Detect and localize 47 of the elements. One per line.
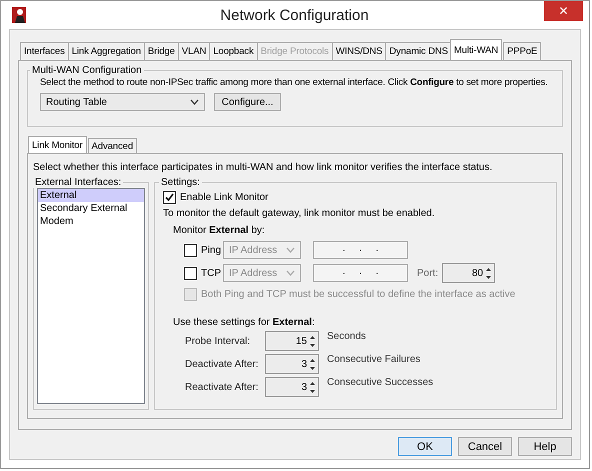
tab[interactable]: Interfaces: [20, 42, 69, 60]
field-label: Probe Interval:: [185, 336, 252, 346]
field-label: Reactivate After:: [185, 382, 260, 392]
tab[interactable]: PPPoE: [503, 42, 542, 60]
group-title: External Interfaces:: [34, 177, 122, 188]
chevron-down-icon: [190, 99, 199, 105]
checkbox-label: Both Ping and TCP must be successful to define the interface as active: [201, 289, 516, 300]
list-item[interactable]: Modem: [38, 215, 144, 228]
chevron-down-icon: [286, 247, 295, 253]
number-spinner[interactable]: 3: [265, 377, 319, 397]
checkbox[interactable]: [184, 266, 197, 280]
number-spinner[interactable]: 15: [265, 331, 319, 351]
section-label: Monitor External by:: [173, 225, 266, 236]
port-spinner[interactable]: 80: [442, 263, 496, 283]
dialog-button[interactable]: OK: [398, 437, 452, 456]
method-dropdown[interactable]: Routing Table: [40, 93, 205, 111]
unit-label: Consecutive Successes: [327, 377, 434, 388]
ip-address-field[interactable]: . . .: [313, 241, 408, 259]
unit-label: Seconds: [327, 331, 366, 342]
tab[interactable]: Multi-WAN: [450, 39, 502, 60]
description: Select whether this interface participates in multi-WAN and how link monitor verifies the interface status.: [33, 162, 494, 173]
checkbox-label: TCP: [201, 268, 222, 278]
checkbox[interactable]: [184, 244, 197, 256]
port-label: Port:: [417, 268, 438, 278]
chevron-down-icon: [286, 270, 295, 276]
list-item[interactable]: Secondary External: [38, 202, 144, 215]
unit-label: Consecutive Failures: [327, 354, 420, 365]
number-spinner[interactable]: 3: [265, 354, 319, 374]
section-label: Use these settings for External:: [173, 317, 316, 328]
tab[interactable]: Link Monitor: [28, 136, 87, 153]
window-title: Network Configuration: [219, 6, 370, 24]
list-item[interactable]: External: [38, 189, 144, 202]
app-icon: [12, 7, 26, 23]
checkbox-label: Ping: [201, 244, 222, 256]
description: Select the method to route non-IPSec traffic among more than one external interface. Click Configure to set more properties.: [40, 77, 549, 88]
close-button[interactable]: ✕: [544, 1, 583, 21]
ip-address-field[interactable]: . . .: [313, 264, 408, 282]
checkbox[interactable]: [163, 191, 176, 204]
checkbox-label: Enable Link Monitor: [180, 192, 268, 203]
configure-button[interactable]: Configure...: [214, 93, 281, 111]
note-text: To monitor the default gateway, link monitor must be enabled.: [163, 208, 436, 219]
group-title: Multi-WAN Configuration: [31, 65, 143, 76]
dialog-button[interactable]: Cancel: [458, 437, 512, 456]
group-title: Settings:: [160, 177, 201, 188]
field-label: Deactivate After:: [185, 358, 260, 370]
tab[interactable]: Advanced: [88, 138, 138, 153]
dialog-button[interactable]: Help: [518, 437, 572, 456]
